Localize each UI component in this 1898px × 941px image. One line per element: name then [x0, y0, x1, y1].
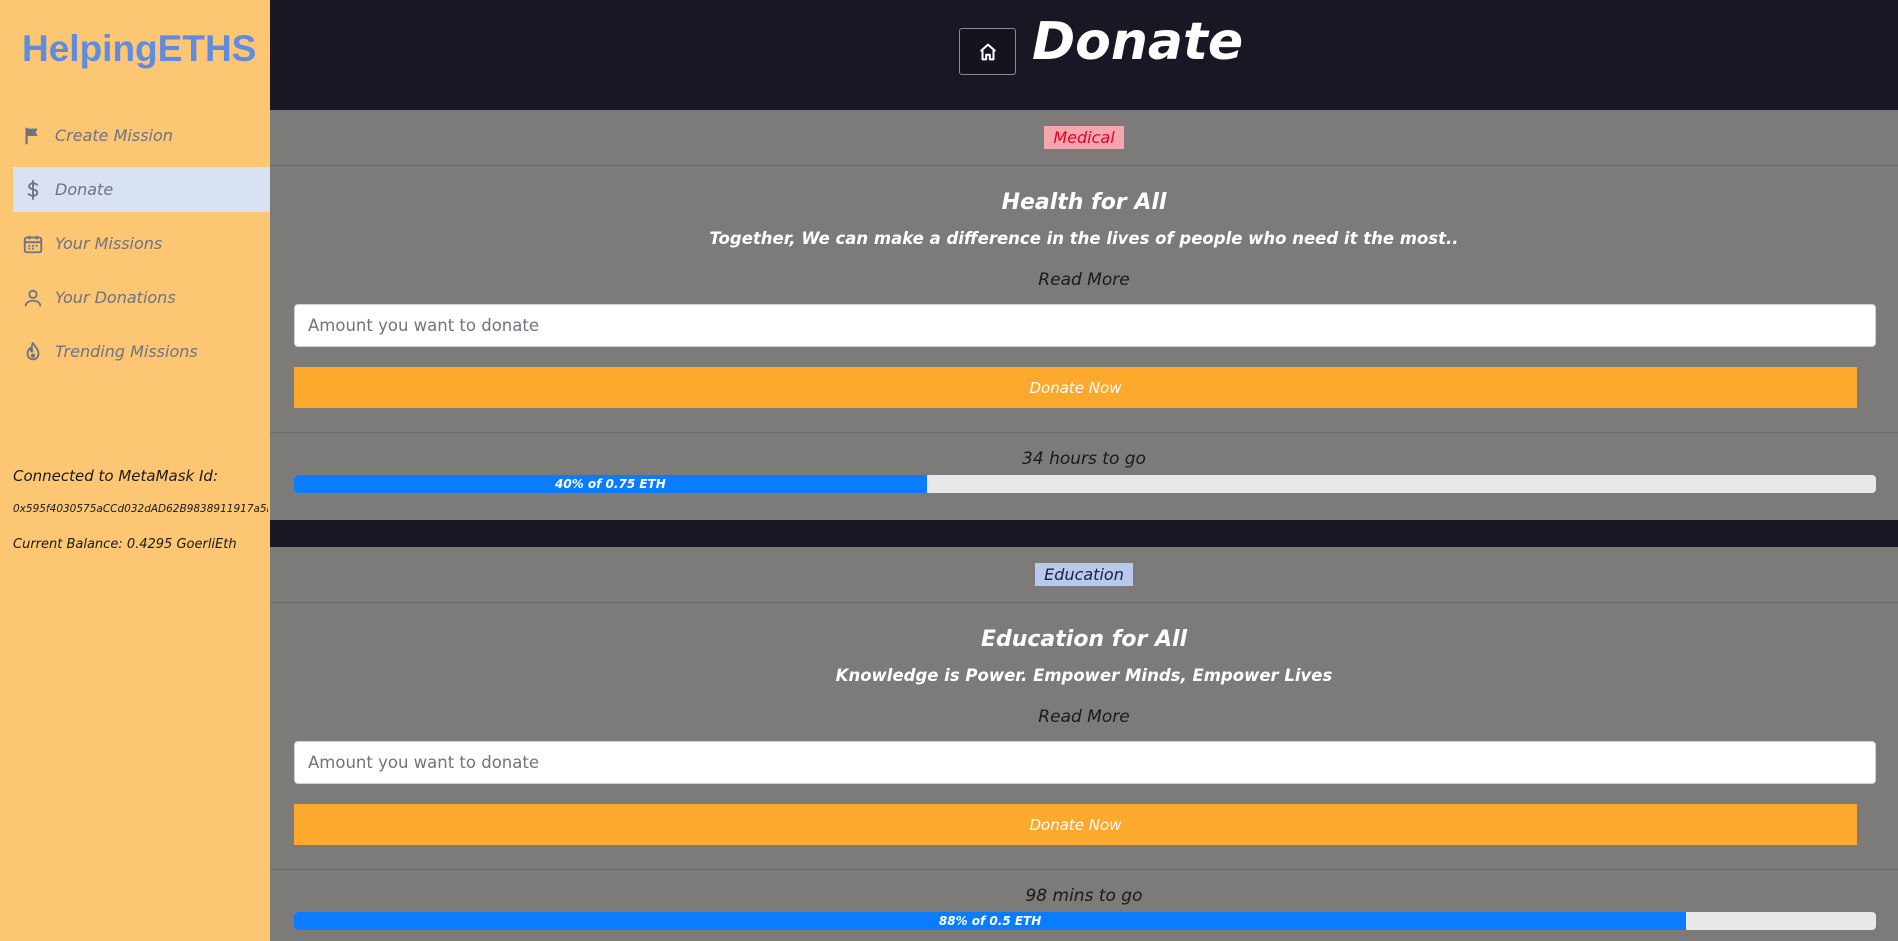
- sidebar-item-trending-missions[interactable]: Trending Missions: [13, 329, 270, 374]
- mission-card: Medical Health for All Together, We can …: [270, 110, 1898, 520]
- sidebar-item-label: Create Mission: [55, 126, 173, 145]
- read-more-link[interactable]: Read More: [270, 270, 1898, 290]
- calendar-icon: [21, 232, 45, 256]
- sidebar-item-donate[interactable]: Donate: [13, 167, 270, 212]
- donation-amount-input[interactable]: [294, 304, 1876, 347]
- donate-now-button[interactable]: Donate Now: [294, 367, 1857, 408]
- wallet-info: Connected to MetaMask Id: 0x595f4030575a…: [13, 467, 268, 552]
- funding-progress-fill: 88% of 0.5 ETH: [294, 912, 1687, 930]
- flag-icon: [21, 124, 45, 148]
- sidebar-item-label: Your Missions: [55, 234, 163, 253]
- mission-card: Education Education for All Knowledge is…: [270, 547, 1898, 941]
- home-button[interactable]: [959, 28, 1016, 75]
- funding-progress-bar: 88% of 0.5 ETH: [294, 912, 1876, 930]
- fire-icon: [21, 340, 45, 364]
- sidebar-item-label: Donate: [55, 180, 114, 199]
- sidebar-item-your-donations[interactable]: Your Donations: [13, 275, 270, 320]
- wallet-balance: Current Balance: 0.4295 GoerliEth: [13, 537, 237, 552]
- sidebar-item-label: Your Donations: [55, 288, 176, 307]
- page-title: Donate: [1032, 12, 1244, 72]
- wallet-connected-label: Connected to MetaMask Id:: [13, 467, 219, 485]
- home-icon: [977, 41, 999, 63]
- mission-card-footer: 34 hours to go 40% of 0.75 ETH: [270, 432, 1898, 493]
- sidebar-item-label: Trending Missions: [55, 342, 198, 361]
- mission-tagline: Knowledge is Power. Empower Minds, Empow…: [835, 666, 1333, 685]
- brand-logo[interactable]: HelpingETHS: [22, 28, 256, 70]
- sidebar: HelpingETHS Create Mission Donate Your M…: [0, 0, 270, 941]
- category-badge: Medical: [1044, 126, 1124, 149]
- mission-card-footer: 98 mins to go 88% of 0.5 ETH: [270, 869, 1898, 930]
- donate-now-button[interactable]: Donate Now: [294, 804, 1857, 845]
- wallet-address: 0x595f4030575aCCd032dAD62B9838911917a5D5…: [13, 503, 268, 515]
- read-more-link[interactable]: Read More: [270, 707, 1898, 727]
- funding-progress-bar: 40% of 0.75 ETH: [294, 475, 1876, 493]
- category-badge: Education: [1035, 563, 1133, 586]
- donation-amount-input[interactable]: [294, 741, 1876, 784]
- sidebar-nav: Create Mission Donate Your Missions Your…: [13, 113, 270, 383]
- mission-tagline: Together, We can make a difference in th…: [709, 229, 1459, 248]
- mission-card-header: Medical: [270, 110, 1898, 166]
- mission-title: Health for All: [1001, 190, 1167, 215]
- time-remaining: 98 mins to go: [1025, 886, 1143, 906]
- sidebar-item-create-mission[interactable]: Create Mission: [13, 113, 270, 158]
- funding-progress-fill: 40% of 0.75 ETH: [294, 475, 927, 493]
- page-header: Donate: [270, 0, 1898, 110]
- time-remaining: 34 hours to go: [1022, 449, 1146, 469]
- mission-card-header: Education: [270, 547, 1898, 603]
- mission-title: Education for All: [980, 627, 1188, 652]
- sidebar-item-your-missions[interactable]: Your Missions: [13, 221, 270, 266]
- user-icon: [21, 286, 45, 310]
- dollar-icon: [21, 178, 45, 202]
